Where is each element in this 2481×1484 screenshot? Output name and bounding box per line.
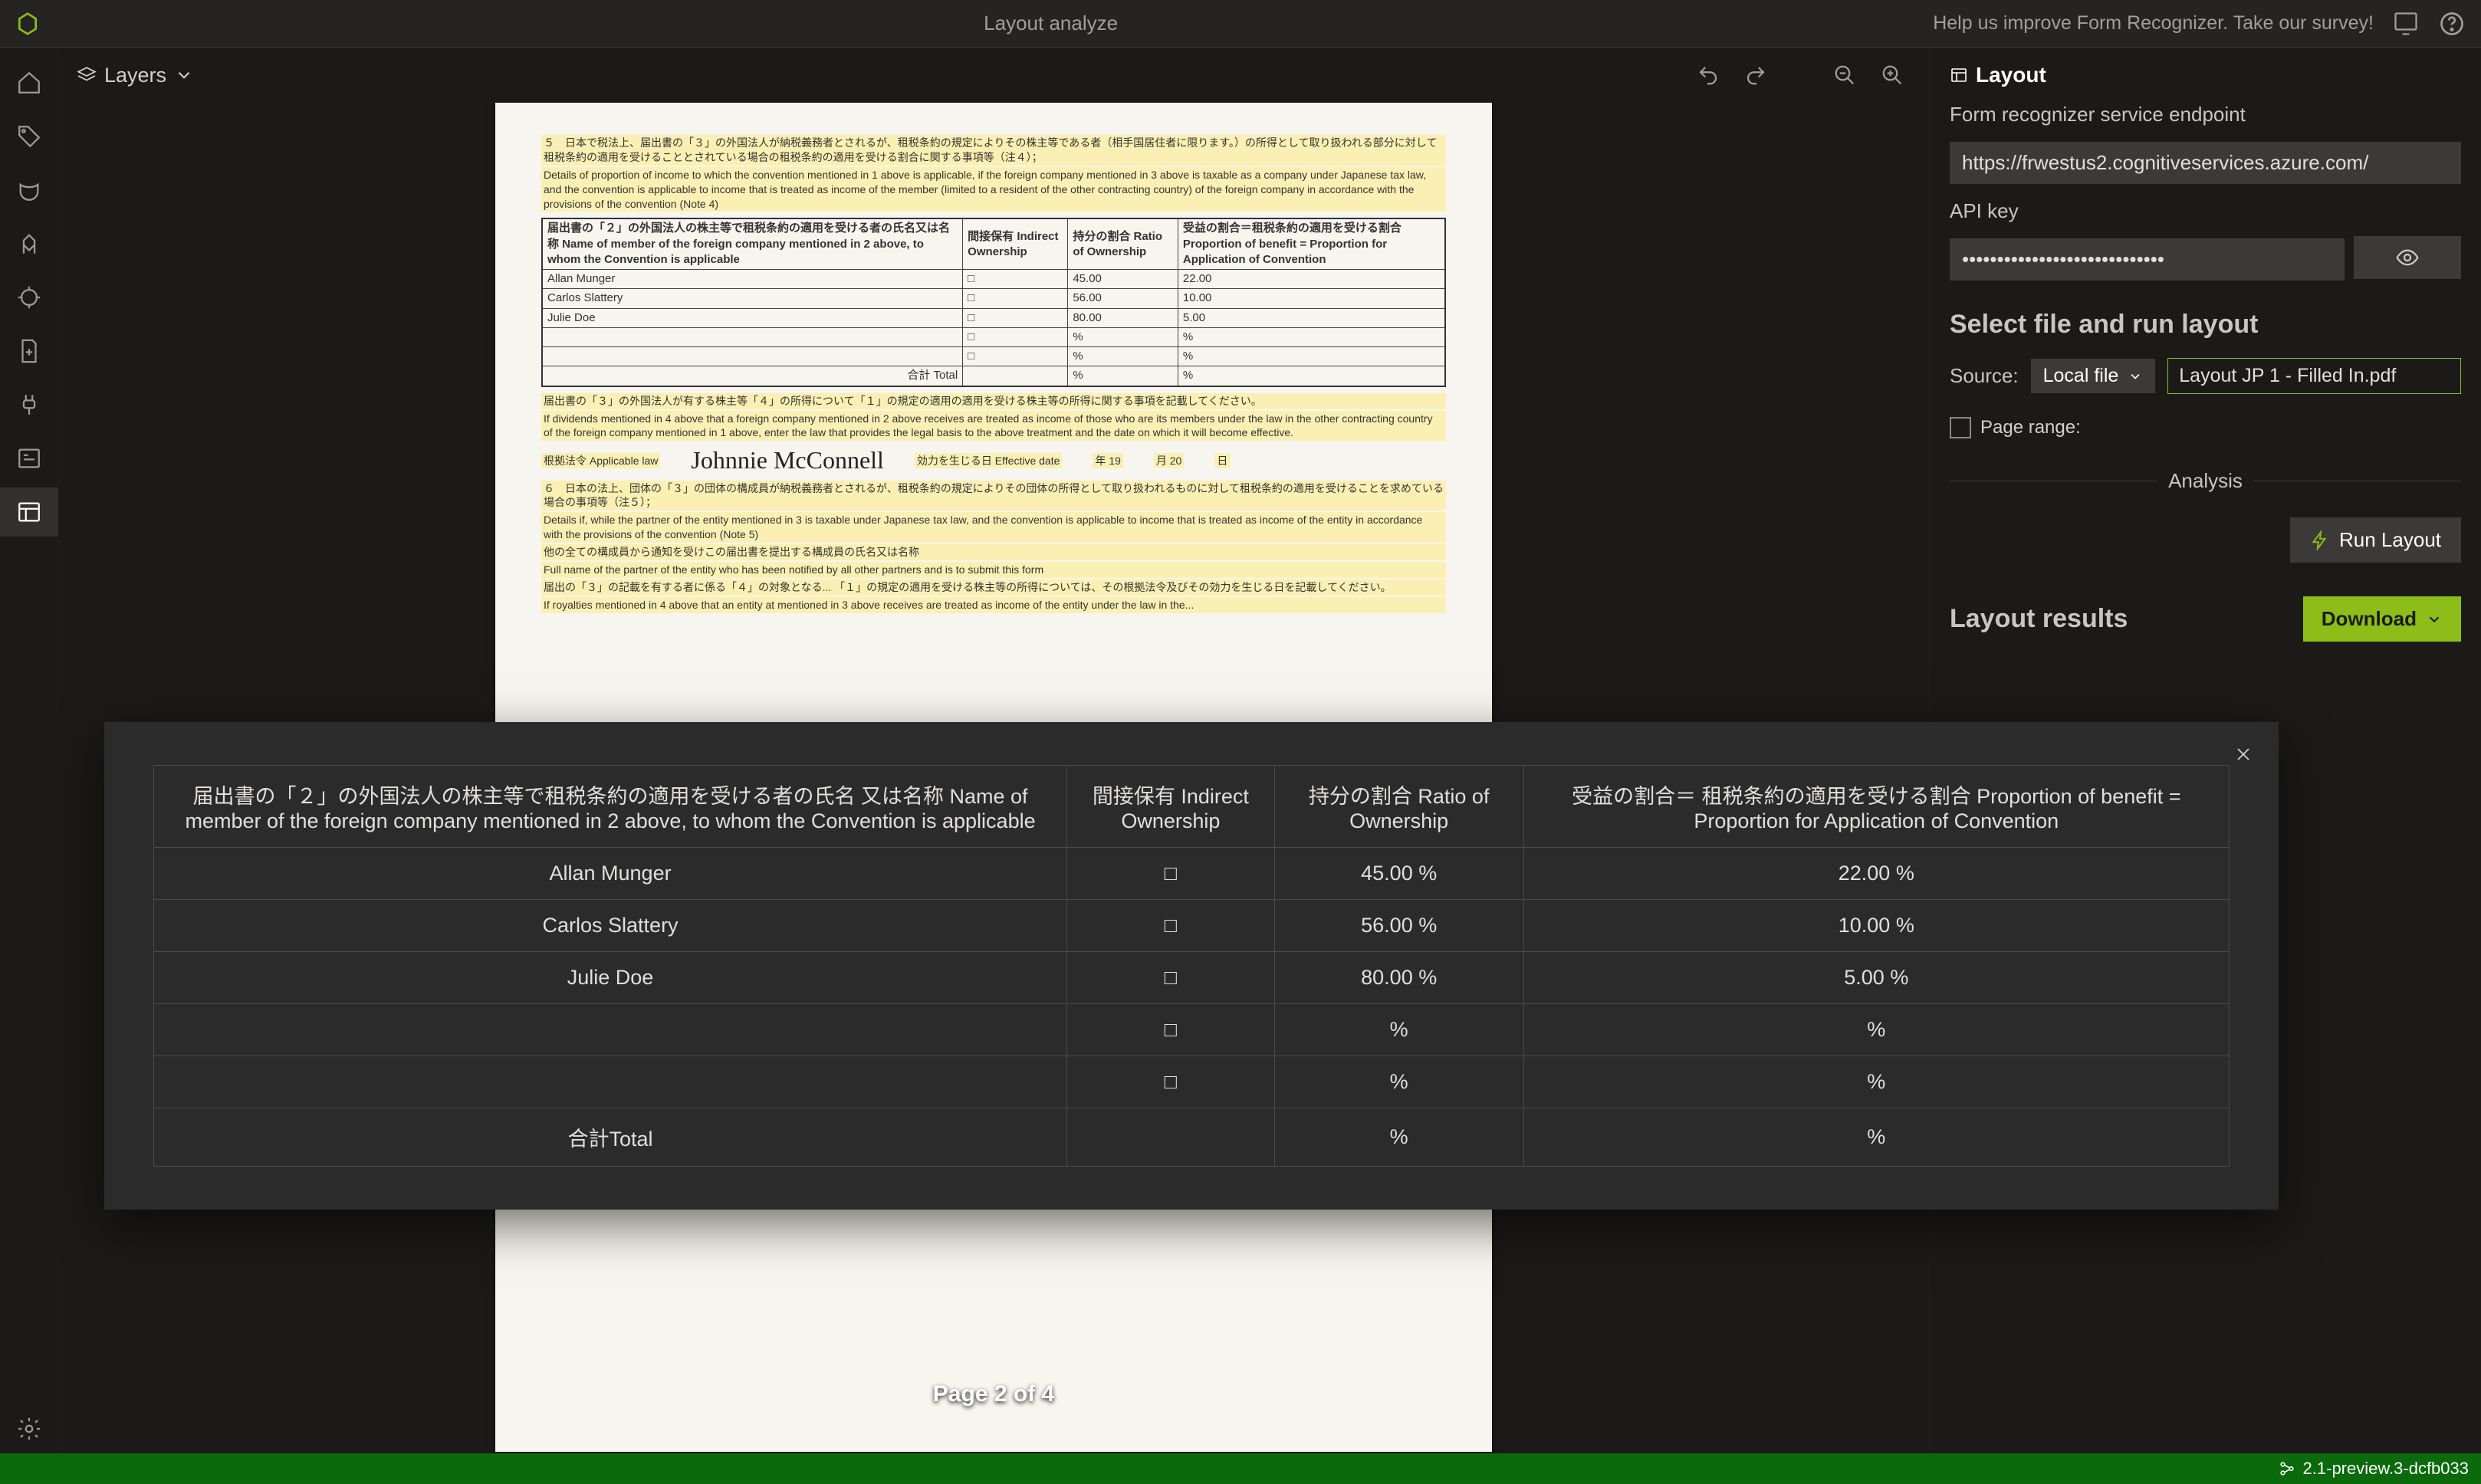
branch-icon	[2279, 1460, 2295, 1477]
run-label: Run Layout	[2339, 528, 2441, 552]
layers-label: Layers	[104, 64, 166, 87]
survey-link[interactable]: Help us improve Form Recognizer. Take ou…	[1933, 12, 2374, 34]
redo-button[interactable]	[1737, 57, 1774, 94]
bolt-icon	[2310, 530, 2330, 550]
panel-title-row: Layout	[1950, 63, 2461, 87]
doc-text: 月 20	[1154, 453, 1184, 469]
canvas-toolbar: Layers	[58, 48, 1929, 103]
th-name: 届出書の「２」の外国法人の株主等で租税条約の適用を受ける者の氏名 又は名称 Na…	[154, 766, 1067, 848]
table-row: □ % %	[154, 1056, 2230, 1108]
endpoint-label: Form recognizer service endpoint	[1950, 103, 2461, 126]
source-value: Local file	[2043, 365, 2119, 387]
sidenav-form[interactable]	[0, 434, 58, 483]
file-display[interactable]: Layout JP 1 - Filled In.pdf	[2167, 358, 2461, 394]
sidenav	[0, 48, 58, 1453]
download-button[interactable]: Download	[2303, 596, 2461, 642]
doc-text: If royalties mentioned in 4 above that a…	[541, 597, 1446, 613]
topbar: Layout analyze Help us improve Form Reco…	[0, 0, 2481, 48]
zoom-in-button[interactable]	[1874, 57, 1911, 94]
table-row: Carlos Slattery □ 56.00 % 10.00 %	[154, 900, 2230, 952]
results-title: Layout results	[1950, 604, 2128, 634]
table-row: Allan Munger□45.0022.00	[542, 270, 1445, 289]
doc-text: 効力を生じる日 Effective date	[915, 453, 1062, 469]
th: 届出書の「２」の外国法人の株主等で租税条約の適用を受ける者の氏名又は名称 Nam…	[542, 218, 963, 269]
undo-button[interactable]	[1690, 57, 1727, 94]
statusbar: 2.1-preview.3-dcfb033	[0, 1453, 2481, 1484]
feedback-icon[interactable]	[2392, 10, 2420, 38]
page-title: Layout analyze	[169, 11, 1933, 35]
sidenav-merge[interactable]	[0, 219, 58, 268]
sidenav-doc-add[interactable]	[0, 327, 58, 376]
table-row: Julie Doe □ 80.00 % 5.00 %	[154, 952, 2230, 1004]
table-row: □%%	[542, 327, 1445, 346]
page-range-label: Page range:	[1980, 417, 2081, 438]
doc-text: 年 19	[1093, 453, 1122, 469]
th-indirect: 間接保有 Indirect Ownership	[1067, 766, 1275, 848]
table-modal: 届出書の「２」の外国法人の株主等で租税条約の適用を受ける者の氏名 又は名称 Na…	[104, 722, 2279, 1210]
doc-text: 他の全ての構成員から通知を受けこの届出書を提出する構成員の氏名又は名称	[541, 544, 1446, 560]
apikey-reveal-button[interactable]	[2354, 236, 2461, 279]
doc-table: 届出書の「２」の外国法人の株主等で租税条約の適用を受ける者の氏名又は名称 Nam…	[541, 218, 1446, 386]
modal-close-button[interactable]	[2230, 740, 2257, 768]
source-dropdown[interactable]: Local file	[2031, 359, 2156, 393]
table-row: 合計Total % %	[154, 1108, 2230, 1167]
table-row: □ % %	[154, 1004, 2230, 1056]
table-row: Allan Munger □ 45.00 % 22.00 %	[154, 848, 2230, 900]
sidenav-mask[interactable]	[0, 166, 58, 215]
doc-text: ６ 日本の法上、団体の「３」の団体の構成員が納税義務者とされるが、租税条約の規定…	[541, 481, 1446, 511]
run-layout-button[interactable]: Run Layout	[2290, 517, 2461, 563]
apikey-label: API key	[1950, 199, 2461, 223]
page-range-checkbox[interactable]	[1950, 417, 1971, 438]
doc-text: 届出書の「３」の外国法人が有する株主等「４」の所得について「１」の規定の適用の適…	[541, 393, 1446, 409]
apikey-input[interactable]	[1950, 238, 2345, 281]
app-logo-icon	[15, 11, 40, 36]
sidenav-target[interactable]	[0, 273, 58, 322]
table-row: Julie Doe□80.005.00	[542, 308, 1445, 327]
help-icon[interactable]	[2438, 10, 2466, 38]
version-label: 2.1-preview.3-dcfb033	[2303, 1459, 2469, 1479]
signature: Johnnie McConnell	[691, 444, 884, 477]
sidenav-home[interactable]	[0, 58, 58, 107]
th-ratio: 持分の割合 Ratio of Ownership	[1274, 766, 1523, 848]
endpoint-input[interactable]	[1950, 142, 2461, 184]
source-label: Source:	[1950, 364, 2019, 388]
doc-text: 根拠法令 Applicable law	[541, 453, 660, 469]
doc-text: If dividends mentioned in 4 above that a…	[541, 411, 1446, 442]
sidenav-plug[interactable]	[0, 380, 58, 429]
layers-dropdown[interactable]: Layers	[77, 64, 194, 87]
sidenav-settings[interactable]	[0, 1404, 58, 1453]
result-table: 届出書の「２」の外国法人の株主等で租税条約の適用を受ける者の氏名 又は名称 Na…	[153, 765, 2230, 1167]
sidenav-layout[interactable]	[0, 488, 58, 537]
doc-text: Details of proportion of income to which…	[541, 167, 1446, 212]
doc-text: 届出の「３」の記載を有する者に係る「４」の対象となる... 「１」の規定の適用を…	[541, 579, 1446, 596]
doc-text: ５ 日本で税法上、届出書の「３」の外国法人が納税義務者とされるが、租税条約の規定…	[541, 135, 1446, 166]
th: 持分の割合 Ratio of Ownership	[1068, 218, 1178, 269]
chevron-down-icon	[2426, 611, 2443, 628]
doc-text: Details if, while the partner of the ent…	[541, 512, 1446, 543]
panel-title: Layout	[1976, 63, 2046, 87]
select-file-title: Select file and run layout	[1950, 310, 2461, 340]
zoom-out-button[interactable]	[1826, 57, 1863, 94]
layout-icon	[1950, 66, 1968, 84]
analysis-label: Analysis	[2168, 469, 2243, 493]
doc-text: Full name of the partner of the entity w…	[541, 562, 1446, 578]
sidenav-tag[interactable]	[0, 112, 58, 161]
table-row: Carlos Slattery□56.0010.00	[542, 289, 1445, 308]
download-label: Download	[2322, 607, 2417, 631]
th: 受益の割合＝租税条約の適用を受ける割合 Proportion of benefi…	[1178, 218, 1445, 269]
chevron-down-icon	[174, 65, 194, 85]
th-benefit: 受益の割合＝ 租税条約の適用を受ける割合 Proportion of benef…	[1523, 766, 2229, 848]
chevron-down-icon	[2128, 369, 2143, 384]
close-icon	[2234, 745, 2253, 763]
doc-text: 日	[1214, 453, 1230, 469]
table-row: □%%	[542, 347, 1445, 366]
table-row: 合計 Total%%	[542, 366, 1445, 386]
th: 間接保有 Indirect Ownership	[963, 218, 1068, 269]
eye-icon	[2395, 245, 2420, 270]
